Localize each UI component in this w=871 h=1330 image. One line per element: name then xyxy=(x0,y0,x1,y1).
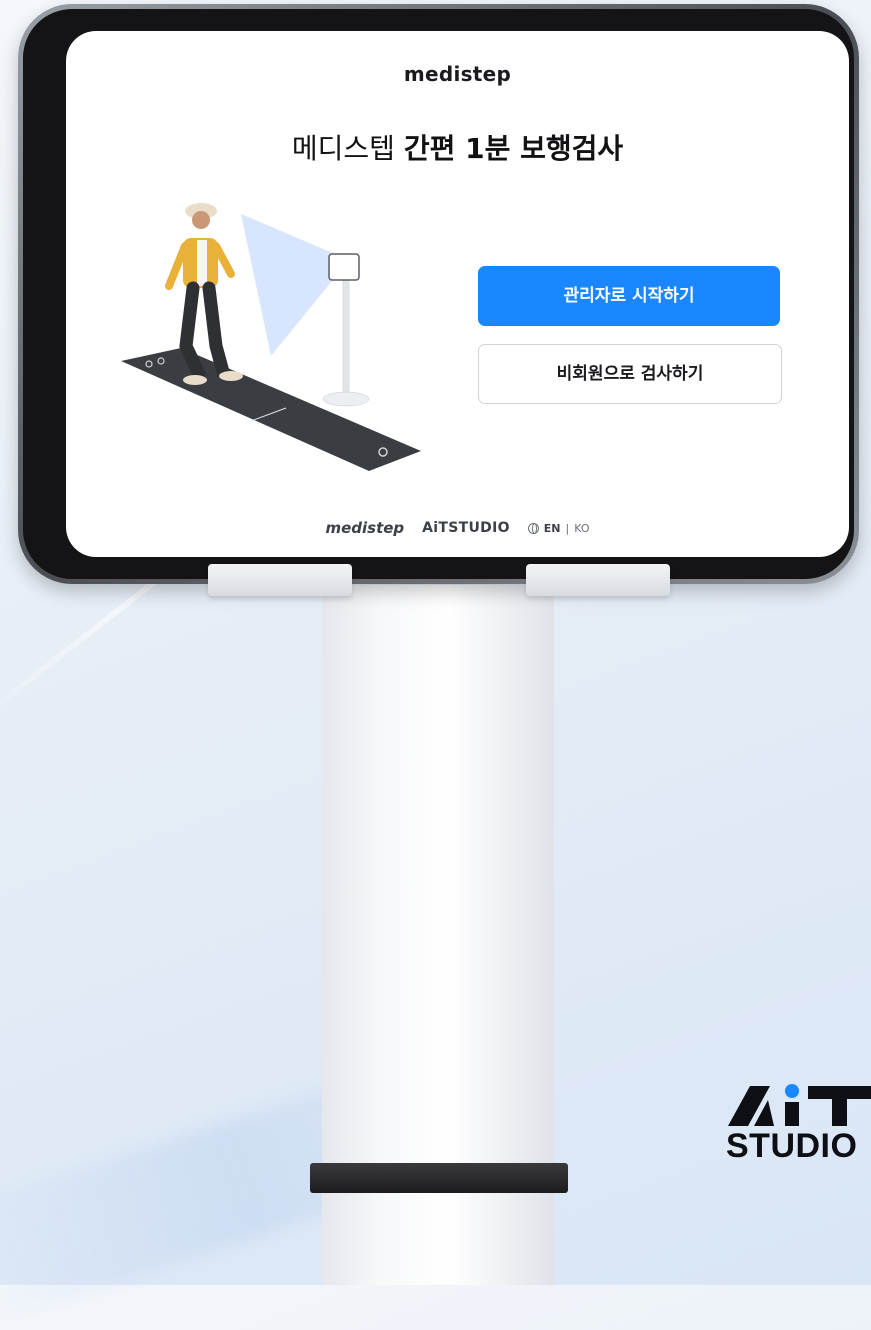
walking-person-illustration xyxy=(121,203,421,471)
app-screen: medistep 메디스텝 간편 1분 보행검사 관리자로 시작하기 비회원으로… xyxy=(66,31,849,557)
guest-test-button[interactable]: 비회원으로 검사하기 xyxy=(478,344,782,404)
title-regular: 메디스텝 xyxy=(291,132,404,165)
brand-dot xyxy=(785,1084,799,1098)
person-head xyxy=(192,211,210,229)
language-switcher: EN | KO xyxy=(527,521,590,535)
camera-stand-base xyxy=(322,391,370,407)
globe-icon xyxy=(527,522,539,534)
kiosk-pole-band xyxy=(310,1163,568,1193)
person-arm xyxy=(212,242,235,278)
tablet-mount-clip-left xyxy=(208,564,352,596)
person-leg xyxy=(202,281,230,379)
person-leg xyxy=(179,281,206,381)
camera-stand-screen xyxy=(328,253,360,281)
page-title: 메디스텝 간편 1분 보행검사 xyxy=(66,127,849,167)
brand-mark-i xyxy=(785,1102,799,1126)
person-shirt xyxy=(197,240,207,286)
camera-beam xyxy=(241,214,336,356)
footer-aitstudio-logo: AiTSTUDIO xyxy=(422,520,510,536)
tablet-mount-clip-right xyxy=(526,564,670,596)
kiosk-tablet: medistep 메디스텝 간편 1분 보행검사 관리자로 시작하기 비회원으로… xyxy=(18,4,859,584)
lang-separator: | xyxy=(565,521,570,535)
title-bold: 간편 1분 보행검사 xyxy=(403,132,624,165)
admin-start-button[interactable]: 관리자로 시작하기 xyxy=(478,266,780,326)
lang-en[interactable]: EN xyxy=(544,522,561,535)
app-logo: medistep xyxy=(66,62,849,86)
footer-medistep-logo: medistep xyxy=(325,519,405,537)
gait-mat xyxy=(121,348,421,471)
brand-studio-text: STUDIO xyxy=(726,1127,858,1165)
person-arm xyxy=(165,242,189,290)
brand-mark-t-stem xyxy=(832,1086,847,1126)
lang-ko[interactable]: KO xyxy=(574,522,589,535)
footer: medistep AiTSTUDIO EN | KO xyxy=(66,519,849,537)
logo-text: medistep xyxy=(403,62,512,86)
person-shoe xyxy=(219,371,243,381)
person-shoe xyxy=(183,375,207,385)
camera-stand-pole xyxy=(342,275,350,397)
